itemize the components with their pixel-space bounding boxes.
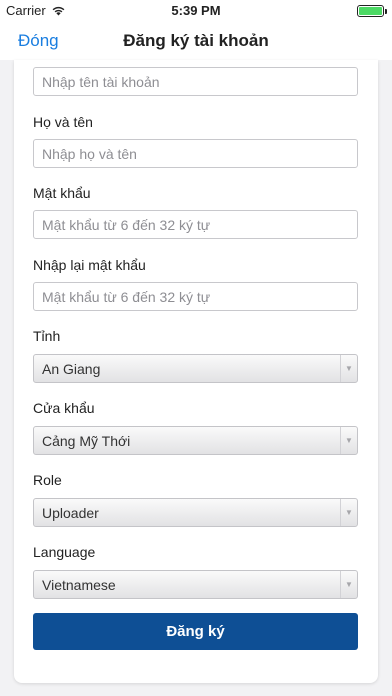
- province-label: Tỉnh: [33, 328, 61, 344]
- status-bar: Carrier 5:39 PM: [0, 0, 392, 22]
- role-select[interactable]: Uploader ▼: [33, 498, 358, 527]
- chevron-down-icon: ▼: [340, 427, 357, 454]
- status-time: 5:39 PM: [171, 3, 221, 18]
- role-value: Uploader: [42, 505, 99, 521]
- battery-level: [359, 7, 382, 15]
- fullname-label: Họ và tên: [33, 114, 93, 130]
- chevron-down-icon: ▼: [340, 355, 357, 382]
- register-button[interactable]: Đăng ký: [33, 613, 358, 650]
- username-input[interactable]: [33, 67, 358, 96]
- language-select[interactable]: Vietnamese ▼: [33, 570, 358, 599]
- battery-icon: [357, 5, 387, 17]
- province-select[interactable]: An Giang ▼: [33, 354, 358, 383]
- province-value: An Giang: [42, 361, 101, 377]
- role-label: Role: [33, 472, 62, 488]
- page-title: Đăng ký tài khoản: [123, 31, 269, 50]
- chevron-down-icon: ▼: [340, 499, 357, 526]
- border-gate-value: Cảng Mỹ Thới: [42, 433, 131, 449]
- language-value: Vietnamese: [42, 577, 116, 593]
- language-label: Language: [33, 544, 96, 560]
- confirm-password-label: Nhập lại mật khẩu: [33, 257, 146, 273]
- confirm-password-input[interactable]: [33, 282, 358, 311]
- password-label: Mật khẩu: [33, 185, 91, 201]
- battery-cap: [385, 9, 387, 14]
- border-gate-label: Cửa khẩu: [33, 400, 95, 416]
- chevron-down-icon: ▼: [340, 571, 357, 598]
- border-gate-select[interactable]: Cảng Mỹ Thới ▼: [33, 426, 358, 455]
- navigation-bar: Đóng Đăng ký tài khoản: [0, 22, 392, 60]
- fullname-input[interactable]: [33, 139, 358, 168]
- password-input[interactable]: [33, 210, 358, 239]
